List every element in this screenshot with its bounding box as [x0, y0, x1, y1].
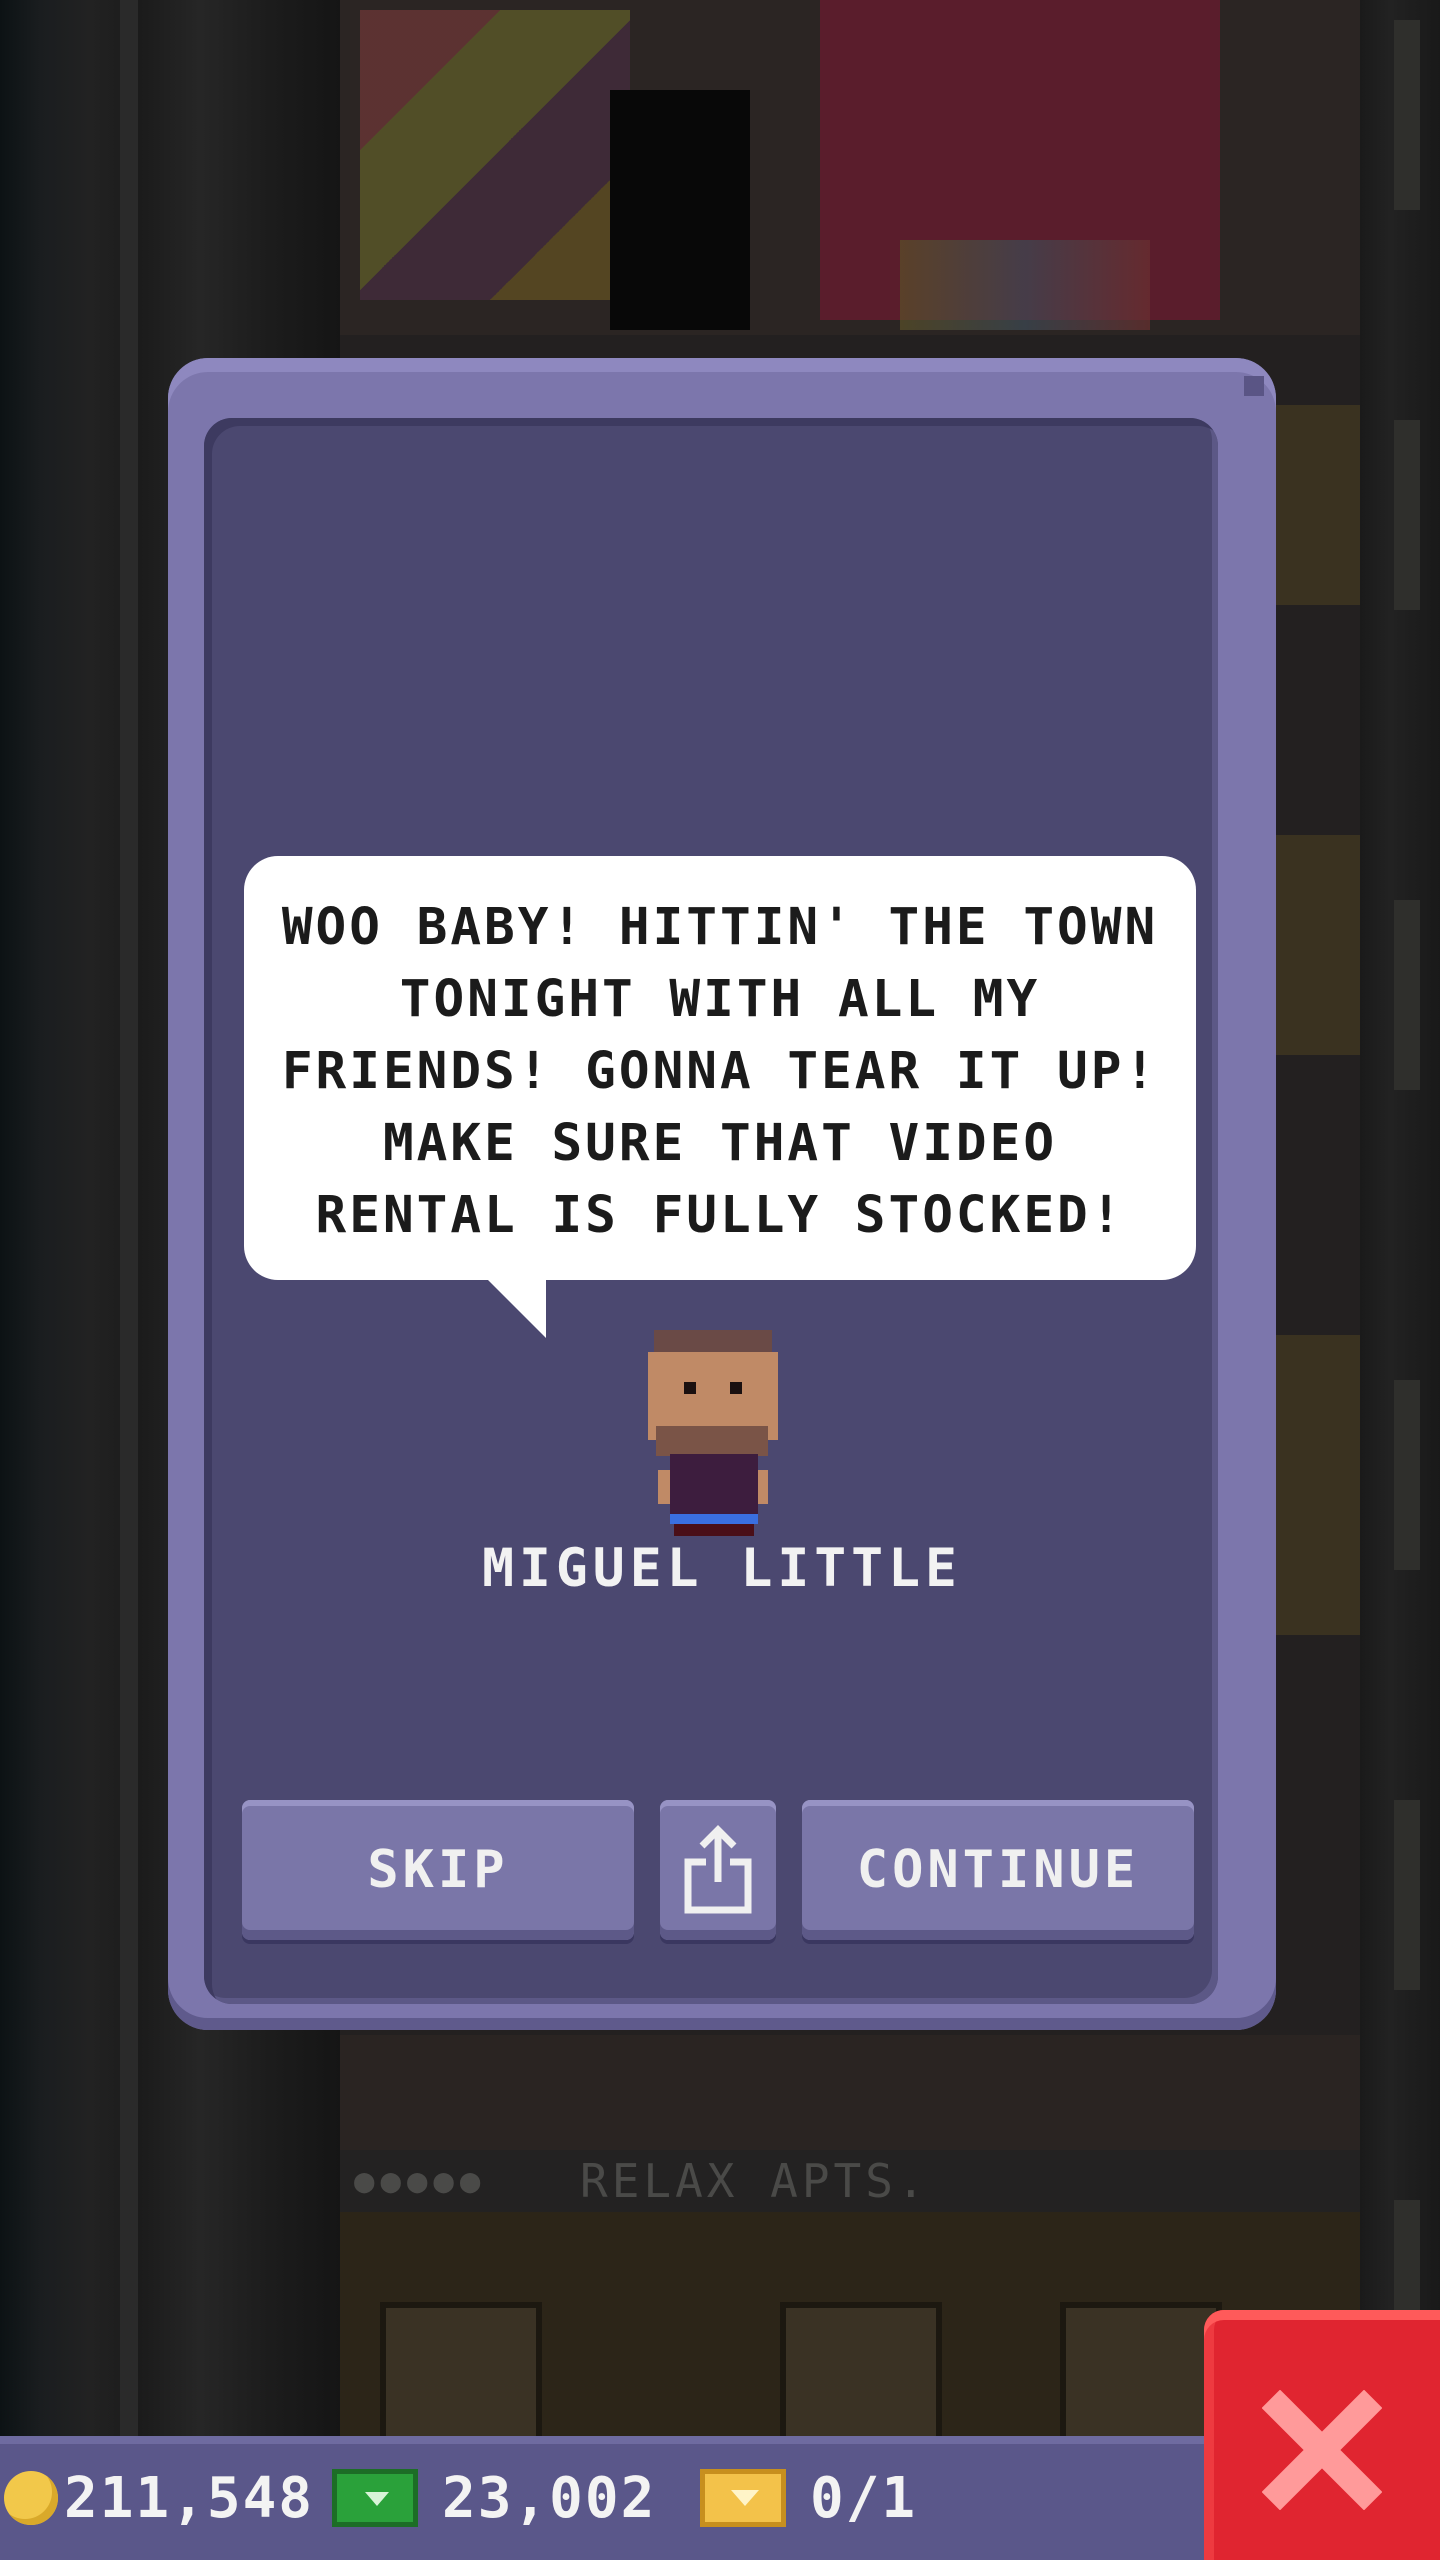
- coins-counter: 211,548: [4, 2436, 314, 2560]
- occupant-dots: ●●●●●: [354, 2161, 487, 2201]
- character-name: MIGUEL LITTLE: [482, 1538, 962, 1599]
- speech-text: WOO BABY! HITTIN' THE TOWN TONIGHT WITH …: [281, 898, 1159, 1245]
- floor-sign: ●●●●● RELAX APTS.: [340, 2150, 1360, 2212]
- close-icon: [1262, 2390, 1382, 2510]
- bux-icon: [332, 2469, 418, 2527]
- tickets-value: 0/1: [810, 2465, 918, 2531]
- share-icon: [684, 1825, 752, 1914]
- dialog-corner: [1244, 376, 1264, 396]
- right-shaft: [1360, 0, 1440, 2560]
- ticket-icon: [700, 2469, 786, 2527]
- bux-value: 23,002: [442, 2465, 657, 2531]
- speech-bubble-tail: [484, 1276, 546, 1338]
- resource-bar: 211,548 23,002 0/1: [0, 2436, 1230, 2560]
- floor-room-top: [340, 0, 1360, 349]
- floor-sign-label: RELAX APTS.: [580, 2154, 929, 2208]
- bux-counter: 23,002: [332, 2436, 656, 2560]
- floor-room-low: [340, 2035, 1360, 2164]
- continue-button[interactable]: CONTINUE: [802, 1800, 1194, 1940]
- bitizen-avatar: [644, 1330, 782, 1536]
- coins-value: 211,548: [64, 2465, 315, 2531]
- close-button[interactable]: [1204, 2310, 1440, 2560]
- share-button[interactable]: [660, 1800, 776, 1940]
- skip-button[interactable]: SKIP: [242, 1800, 634, 1940]
- tickets-counter: 0/1: [700, 2436, 917, 2560]
- speech-bubble: WOO BABY! HITTIN' THE TOWN TONIGHT WITH …: [244, 856, 1196, 1280]
- coin-icon: [4, 2471, 58, 2525]
